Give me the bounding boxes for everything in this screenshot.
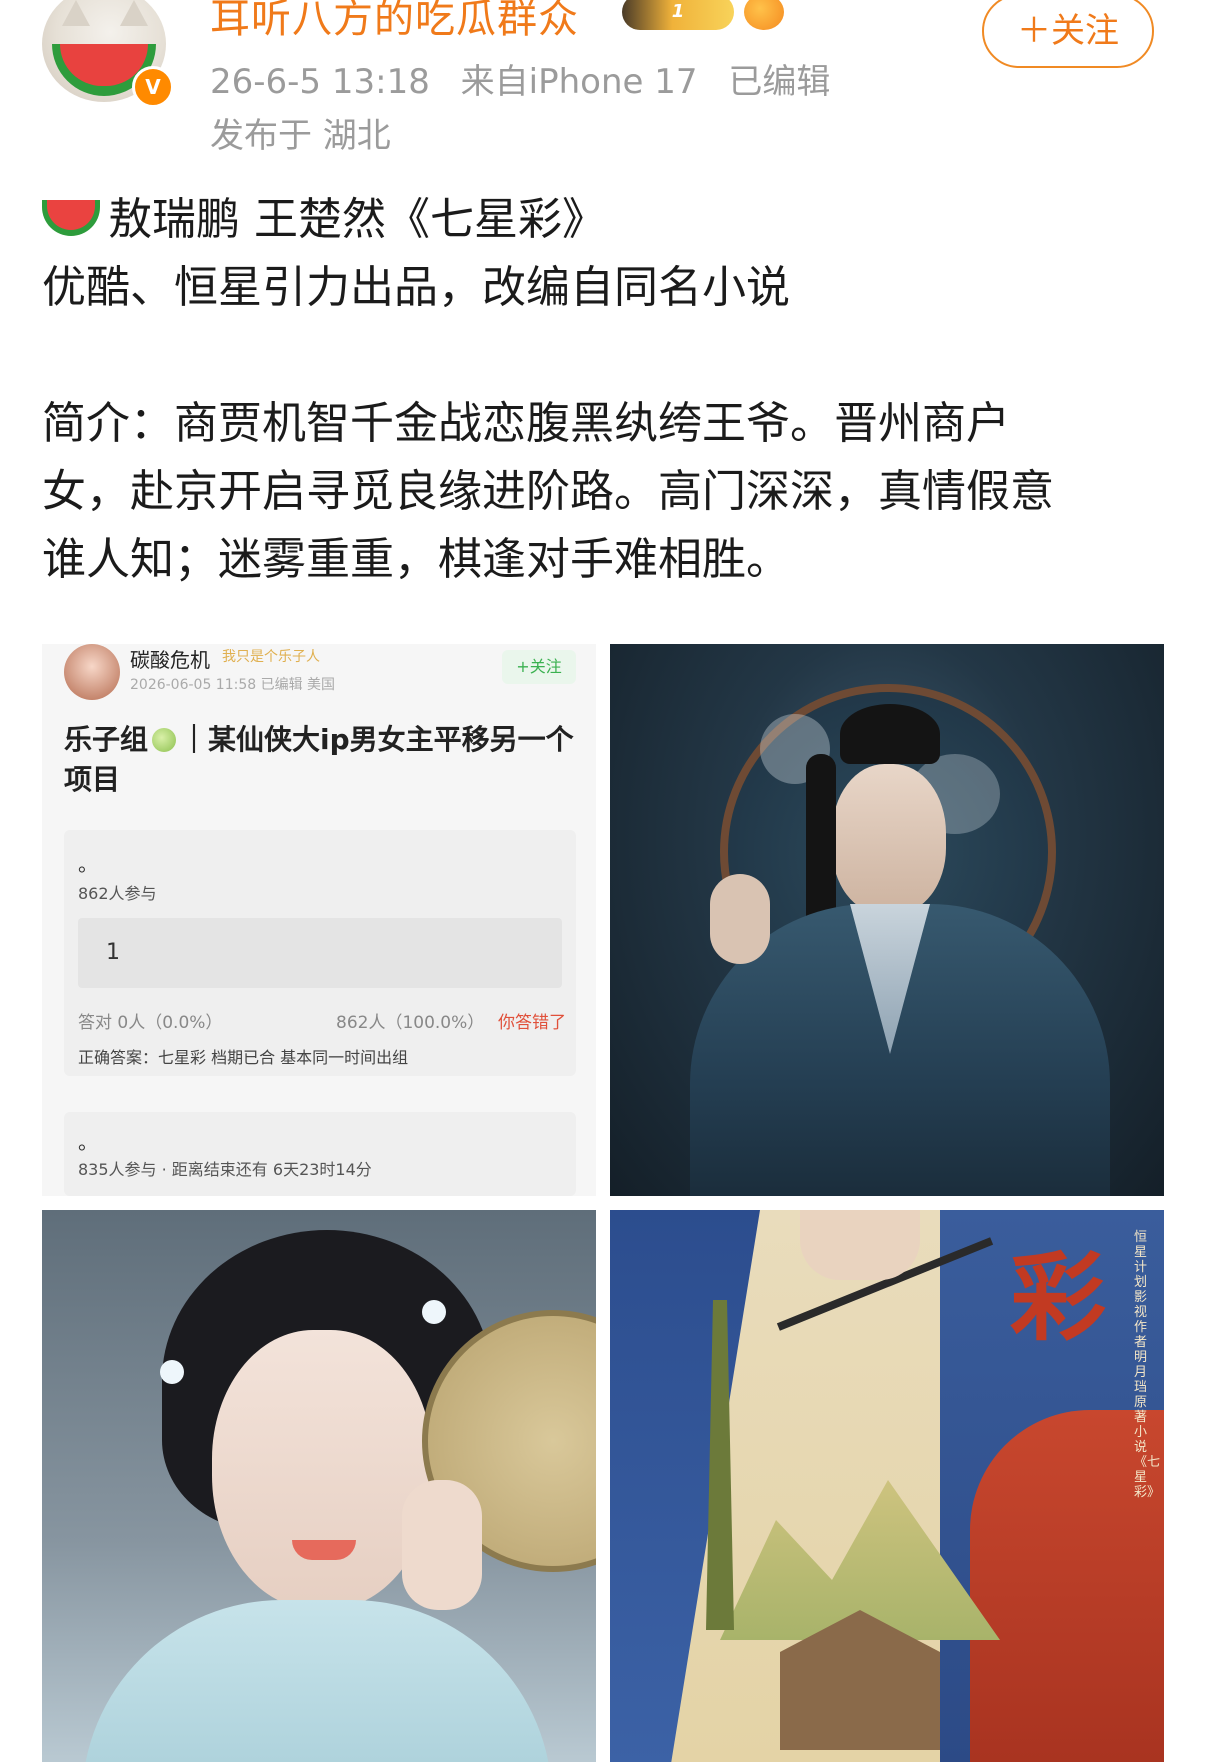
fan-badge-icon[interactable] xyxy=(744,0,784,30)
image-drama-poster[interactable]: 彩 恒星计划 影视作者 明月珰 原著小说《七星彩》 xyxy=(610,1210,1164,1762)
post-body: 敖瑞鹏 王楚然《七星彩》 优酷、恒星引力出品，改编自同名小说 简介：商贾机智千金… xyxy=(42,186,1162,594)
poll-card: 。 835人参与 · 距离结束还有 6天23时14分 xyxy=(64,1112,576,1196)
hair-flower xyxy=(160,1360,184,1384)
post-line: 敖瑞鹏 王楚然《七星彩》 xyxy=(42,186,1162,254)
avatar-cat-ear xyxy=(62,0,90,26)
poll-question: 。 xyxy=(78,852,98,876)
poll-wrong-label: 你答错了 xyxy=(498,1013,566,1033)
post-line: 优酷、恒星引力出品，改编自同名小说 xyxy=(42,262,790,313)
poll-author-name: 碳酸危机 xyxy=(130,648,210,672)
hand xyxy=(710,874,770,964)
poll-meta: 2026-06-05 11:58 已编辑 美国 xyxy=(130,677,336,693)
image-actress-portrait[interactable] xyxy=(42,1210,596,1762)
light-blue-robe xyxy=(82,1600,552,1762)
melon-icon xyxy=(152,728,177,752)
poster-credits: 恒星计划 影视作者 明月珰 原著小说《七星彩》 xyxy=(1134,1230,1161,1500)
poll-correct-stat: 答对 0人（0.0%） xyxy=(78,1013,223,1033)
post-meta: 26-6-5 13:18 来自iPhone 17 已编辑 xyxy=(210,54,850,103)
verified-icon: V xyxy=(132,66,174,108)
follow-button[interactable]: ＋关注 xyxy=(982,0,1154,68)
post-line: 女，赴京开启寻觅良缘进阶路。高门深深，真情假意 xyxy=(42,466,1054,517)
poll-wrong-stat: 862人（100.0%） xyxy=(336,1013,485,1033)
face xyxy=(212,1330,432,1610)
post-line: 简介：商贾机智千金战恋腹黑纨绔王爷。晋州商户 xyxy=(42,398,1010,449)
poll-participants: 835人参与 · 距离结束还有 6天23时14分 xyxy=(78,1160,372,1179)
lips xyxy=(292,1540,356,1560)
poll-card: 。 862人参与 1 答对 0人（0.0%） 862人（100.0%） 你答错了… xyxy=(64,830,576,1076)
poll-participants: 862人参与 xyxy=(78,884,157,903)
post-timestamp: 26-6-5 13:18 xyxy=(210,62,430,102)
poster-title: 彩 xyxy=(1010,1241,1106,1354)
member-level-badge-icon[interactable]: 1 xyxy=(622,0,734,30)
poll-title: 乐子组 ｜某仙侠大ip男女主平移另一个项目 xyxy=(64,720,584,800)
poll-question: 。 xyxy=(78,1130,98,1154)
poll-option-label: 1 xyxy=(106,940,120,965)
image-actor-portrait[interactable] xyxy=(610,644,1164,1196)
post-line: 谁人知；迷雾重重，棋逢对手难相胜。 xyxy=(42,534,790,585)
hair-flower xyxy=(422,1300,446,1324)
poll-title-group: 乐子组 xyxy=(64,723,149,756)
hair-topknot xyxy=(840,704,940,764)
avatar-cat-ear xyxy=(120,0,148,26)
member-level: 1 xyxy=(671,1,685,22)
image-poll-screenshot[interactable]: 碳酸危机 我只是个乐子人 2026-06-05 11:58 已编辑 美国 +关注… xyxy=(42,644,596,1196)
blue-curtain xyxy=(610,1210,760,1762)
edited-label[interactable]: 已编辑 xyxy=(728,62,830,102)
poll-follow-button: +关注 xyxy=(502,650,576,684)
hand xyxy=(800,1210,920,1280)
poll-author-avatar xyxy=(64,644,120,700)
post-source: 来自iPhone 17 xyxy=(460,62,698,102)
username[interactable]: 耳听八方的吃瓜群众 xyxy=(210,0,579,44)
watermelon-icon xyxy=(42,200,100,236)
face xyxy=(832,764,946,914)
poll-option: 1 xyxy=(78,918,562,988)
hand xyxy=(402,1480,482,1610)
poll-author-tag: 我只是个乐子人 xyxy=(222,649,320,665)
poll-answer: 正确答案：七星彩 档期已合 基本同一时间出组 xyxy=(78,1048,409,1067)
post-location: 发布于 湖北 xyxy=(210,116,391,156)
post-headline: 敖瑞鹏 王楚然《七星彩》 xyxy=(108,194,606,245)
